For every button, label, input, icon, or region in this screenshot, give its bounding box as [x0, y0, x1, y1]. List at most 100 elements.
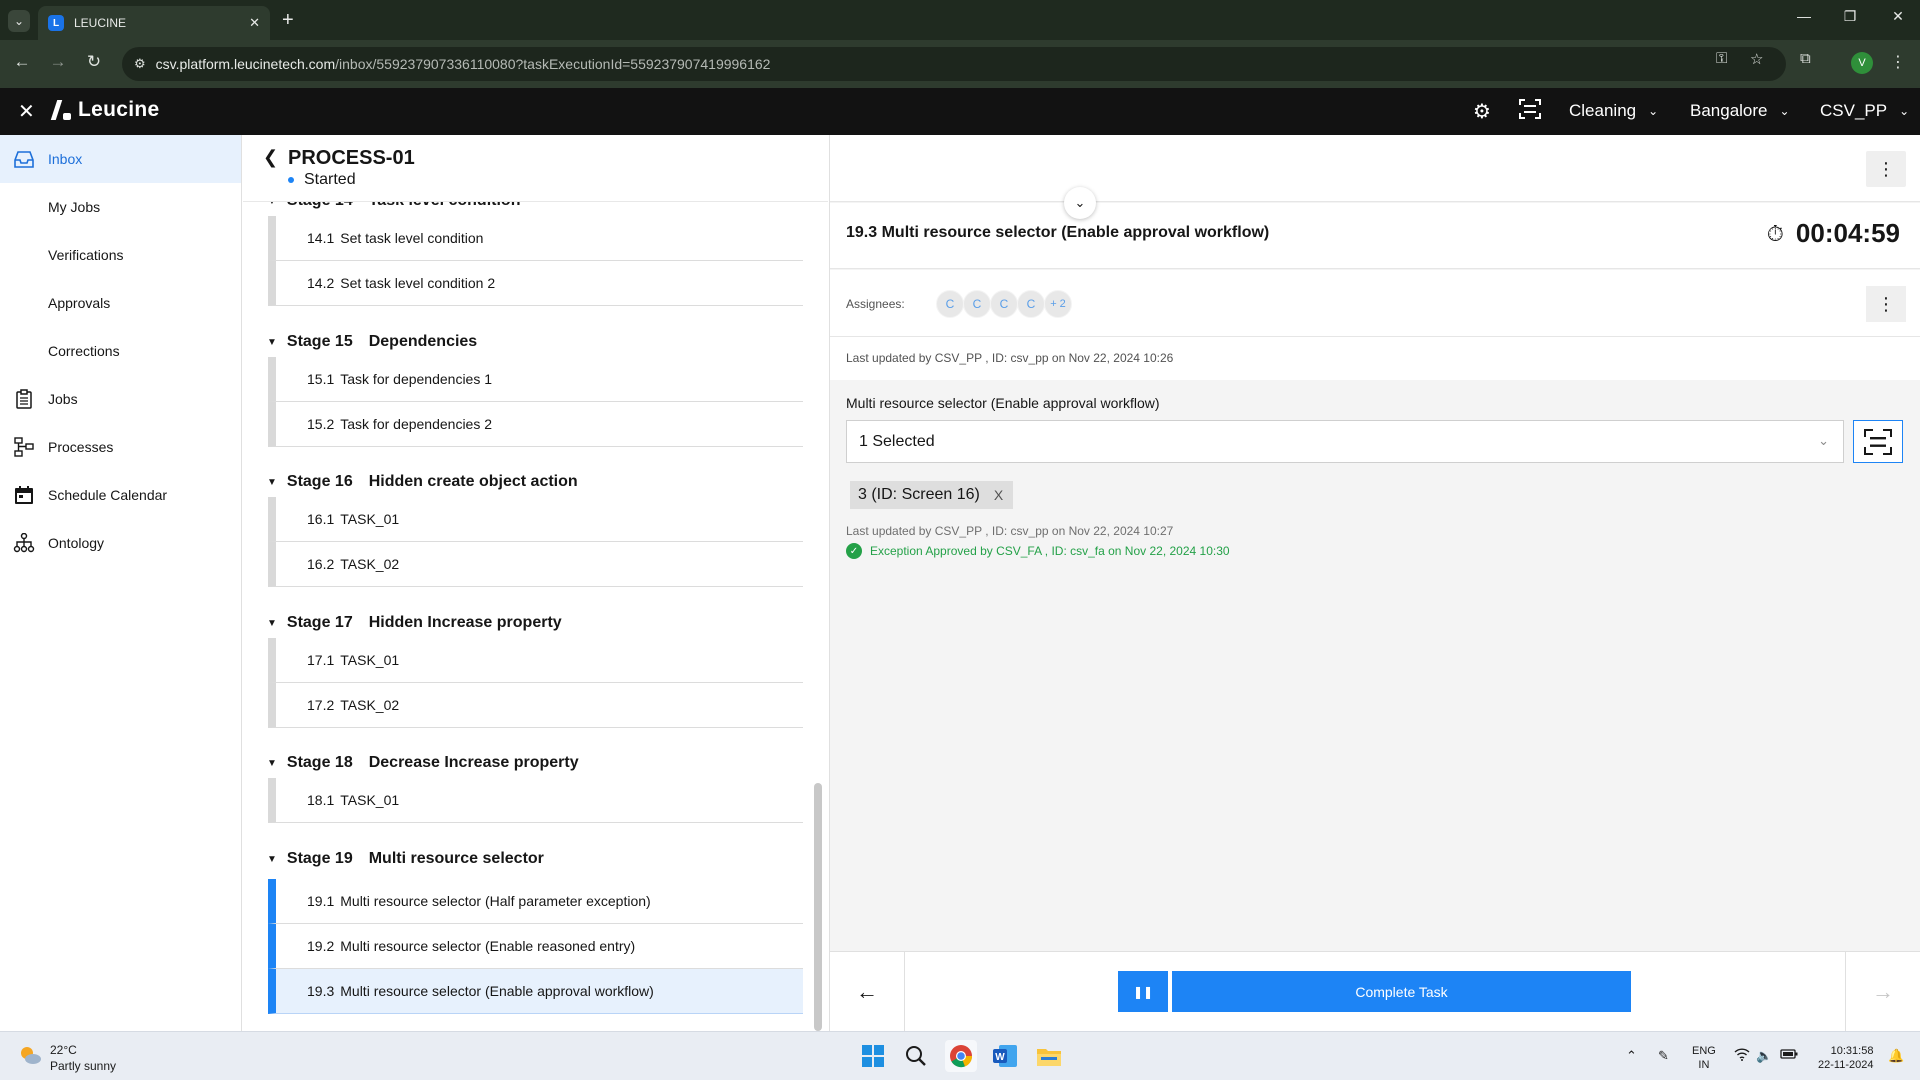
sidebar-item-processes[interactable]: Processes [0, 423, 241, 471]
address-bar[interactable]: ⚙ csv.platform.leucinetech.com/inbox/559… [122, 47, 1786, 81]
forward-arrow-icon[interactable]: → [46, 52, 70, 72]
notifications-icon[interactable]: 🔔 [1888, 1048, 1904, 1064]
sidebar-item-label: Verifications [48, 247, 124, 263]
task-item[interactable]: 18.1 TASK_01 [268, 778, 803, 823]
task-item[interactable]: 16.2 TASK_02 [268, 542, 803, 587]
weather-partly-sunny-icon[interactable] [18, 1044, 42, 1066]
task-item-selected[interactable]: 19.3 Multi resource selector (Enable appr… [268, 969, 803, 1014]
settings-gear-icon[interactable]: ⚙ [1473, 99, 1491, 124]
assignees-row: Assignees: C C C C + 2 ⋮ [830, 270, 1920, 337]
assignee-avatar[interactable]: C [990, 290, 1018, 318]
volume-icon[interactable]: 🔈 [1756, 1048, 1772, 1064]
url-host: csv.platform.leucinetech.com [155, 56, 336, 72]
stage-number: Stage 19 [286, 850, 353, 867]
resource-select[interactable]: 1 Selected ⌄ [846, 420, 1844, 463]
sidebar-item-verifications[interactable]: Verifications [0, 231, 241, 279]
reload-icon[interactable]: ↻ [82, 52, 106, 72]
restore-icon[interactable]: ❐ [1840, 8, 1860, 25]
word-app-icon[interactable]: W [989, 1040, 1021, 1072]
battery-icon[interactable] [1780, 1048, 1798, 1063]
bookmark-star-icon[interactable]: ☆ [1750, 50, 1763, 68]
task-item[interactable]: 15.1 Task for dependencies 1 [268, 357, 803, 402]
stage-name: Hidden Increase property [368, 614, 562, 631]
stage-heading[interactable]: ▼ Stage 18 Decrease Increase property [267, 754, 579, 772]
task-item[interactable]: 17.1 TASK_01 [268, 638, 803, 683]
previous-task-arrow-icon[interactable]: ← [830, 952, 905, 1032]
task-item[interactable]: 17.2 TASK_02 [268, 683, 803, 728]
task-item[interactable]: 19.2 Multi resource selector (Enable reas… [268, 924, 803, 969]
task-number: 15.2 [307, 416, 335, 432]
location-select[interactable]: Bangalore ⌄ [1690, 101, 1790, 121]
process-more-options-icon[interactable]: ⋮ [1866, 151, 1906, 187]
scan-icon[interactable] [1519, 99, 1541, 125]
chrome-app-icon[interactable] [945, 1040, 977, 1072]
task-item[interactable]: 14.2 Set task level condition 2 [268, 261, 803, 306]
complete-task-button[interactable]: Complete Task [1172, 971, 1631, 1012]
wifi-icon[interactable] [1734, 1048, 1750, 1064]
task-number: 16.2 [307, 556, 335, 572]
collapse-chevron-icon[interactable]: ⌄ [1064, 187, 1096, 219]
back-arrow-icon[interactable]: ← [10, 52, 34, 72]
stage-heading[interactable]: ▼ Stage 15 Dependencies [267, 333, 477, 351]
caret-down-icon: ▼ [267, 476, 277, 488]
task-item[interactable]: 19.1 Multi resource selector (Half parame… [268, 879, 803, 924]
leucine-logo[interactable]: Leucine [50, 98, 159, 122]
file-explorer-icon[interactable] [1033, 1040, 1065, 1072]
search-icon[interactable] [900, 1040, 932, 1072]
clipboard-icon [0, 389, 48, 409]
logo-text: Leucine [78, 98, 160, 121]
task-item[interactable]: 14.1 Set task level condition [268, 216, 803, 261]
assignee-avatar[interactable]: C [936, 290, 964, 318]
pen-input-icon[interactable]: ✎ [1658, 1048, 1669, 1064]
minimize-icon[interactable]: — [1794, 8, 1814, 24]
stage-heading[interactable]: ▼ Stage 17 Hidden Increase property [267, 614, 562, 632]
chevron-down-icon: ⌄ [1648, 104, 1659, 118]
task-item[interactable]: 15.2 Task for dependencies 2 [268, 402, 803, 447]
task-last-updated: Last updated by CSV_PP , ID: csv_pp on N… [846, 351, 1174, 365]
task-item[interactable]: 16.1 TASK_01 [268, 497, 803, 542]
sidebar-item-inbox[interactable]: Inbox [0, 135, 241, 183]
back-chevron-icon[interactable]: ❮ [263, 147, 278, 168]
assignee-avatar[interactable]: C [963, 290, 991, 318]
browser-tab[interactable]: L LEUCINE ✕ [38, 6, 270, 40]
tray-overflow-chevron-icon[interactable]: ⌃ [1626, 1048, 1637, 1064]
assignee-avatar[interactable]: C [1017, 290, 1045, 318]
site-info-icon[interactable]: ⚙ [134, 56, 146, 72]
sidebar-item-corrections[interactable]: Corrections [0, 327, 241, 375]
next-task-arrow-icon[interactable]: → [1845, 952, 1920, 1032]
language-indicator[interactable]: ENG IN [1692, 1044, 1716, 1072]
stage-heading[interactable]: ▼ Stage 16 Hidden create object action [267, 473, 578, 491]
task-name: TASK_02 [340, 697, 400, 713]
task-more-options-icon[interactable]: ⋮ [1866, 286, 1906, 322]
password-key-icon[interactable]: ⚿ [1716, 50, 1727, 67]
stage-heading[interactable]: ▼ Stage 19 Multi resource selector [267, 850, 544, 868]
close-icon[interactable]: ✕ [18, 99, 35, 124]
task-number: 19.3 [307, 983, 335, 999]
sidebar-item-my-jobs[interactable]: My Jobs [0, 183, 241, 231]
sidebar-item-schedule-calendar[interactable]: Schedule Calendar [0, 471, 241, 519]
facility-select[interactable]: Cleaning ⌄ [1569, 101, 1658, 121]
window-close-icon[interactable]: ✕ [1888, 8, 1908, 25]
caret-down-icon: ▼ [267, 336, 277, 348]
sidebar-item-ontology[interactable]: Ontology [0, 519, 241, 567]
new-tab-icon[interactable]: + [282, 9, 294, 32]
tab-search-chevron-icon[interactable]: ⌄ [8, 10, 30, 32]
svg-text:W: W [995, 1052, 1005, 1063]
scan-button[interactable] [1853, 420, 1903, 463]
browser-menu-icon[interactable]: ⋮ [1890, 52, 1906, 72]
extensions-icon[interactable]: ⧉ [1800, 50, 1811, 67]
task-list-panel: ▼ Stage 14 Task level condition ❮ PROCES… [243, 135, 828, 1031]
system-clock[interactable]: 10:31:58 22-11-2024 [1818, 1044, 1873, 1072]
sidebar-item-jobs[interactable]: Jobs [0, 375, 241, 423]
status-dot-icon [288, 177, 294, 183]
user-select[interactable]: CSV_PP ⌄ [1820, 101, 1909, 121]
tab-close-icon[interactable]: ✕ [249, 15, 260, 31]
sidebar-item-approvals[interactable]: Approvals [0, 279, 241, 327]
field-last-updated: Last updated by CSV_PP , ID: csv_pp on N… [846, 524, 1174, 538]
task-list-scrollbar[interactable] [814, 783, 822, 1031]
pause-button[interactable]: ❚❚ [1118, 971, 1168, 1012]
chip-remove-button[interactable]: X [994, 487, 1003, 503]
windows-start-icon[interactable] [857, 1040, 889, 1072]
profile-avatar[interactable]: V [1851, 52, 1873, 74]
assignee-overflow-badge[interactable]: + 2 [1044, 290, 1072, 318]
